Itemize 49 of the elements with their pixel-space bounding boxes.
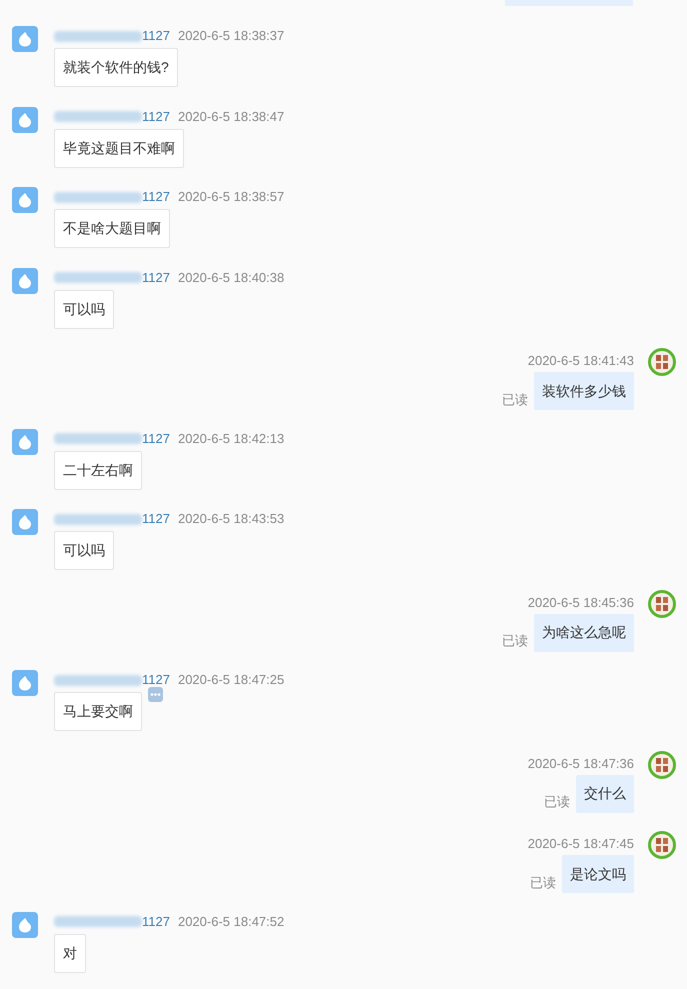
avatar-icon <box>648 831 676 859</box>
sender-name: 1127 <box>142 108 170 124</box>
read-status: 已读 <box>502 632 528 650</box>
avatar-icon <box>12 509 38 535</box>
avatar-icon <box>12 670 38 696</box>
timestamp: 2020-6-5 18:38:47 <box>178 108 284 124</box>
sender-name: 1127 <box>142 914 170 930</box>
avatar-icon <box>648 590 676 618</box>
message-bubble: 可以吗 <box>54 290 114 328</box>
message-bubble: 装软件多少钱 <box>534 372 634 410</box>
timestamp: 2020-6-5 18:38:37 <box>178 28 284 44</box>
message-bubble: 交什么 <box>576 774 634 812</box>
sender-name: 1127 <box>142 270 170 286</box>
timestamp: 2020-6-5 18:41:43 <box>528 353 634 369</box>
timestamp: 2020-6-5 18:42:13 <box>178 430 284 446</box>
avatar-icon <box>12 912 38 938</box>
timestamp: 2020-6-5 18:43:53 <box>178 511 284 527</box>
message-bubble: 二十左右啊 <box>54 450 142 490</box>
avatar-icon <box>648 348 676 376</box>
timestamp: 2020-6-5 18:47:36 <box>528 756 634 772</box>
avatar-icon <box>12 187 38 213</box>
avatar-icon <box>12 268 38 294</box>
avatar-icon <box>648 750 676 778</box>
avatar-icon <box>12 428 38 454</box>
timestamp: 2020-6-5 18:45:36 <box>528 594 634 610</box>
message-bubble: 可以吗 <box>54 531 114 570</box>
message-bubble: 是论文吗 <box>562 855 634 893</box>
avatar-icon <box>12 106 38 132</box>
message-bubble: 为啥这么急呢 <box>534 614 634 652</box>
timestamp: 2020-6-5 18:40:38 <box>178 270 284 286</box>
read-status: 已读 <box>502 390 528 408</box>
timestamp: 2020-6-5 18:38:57 <box>178 189 284 205</box>
sender-name: 1127 <box>142 189 170 205</box>
sender-name: 1127 <box>142 430 170 446</box>
message-bubble: 毕竟这题目不难啊 <box>54 128 184 168</box>
message-bubble: 不是啥大题目啊 <box>54 209 170 248</box>
avatar-icon <box>12 26 38 52</box>
sender-name: 1127 <box>142 28 170 44</box>
timestamp: 2020-6-5 18:47:25 <box>178 672 284 688</box>
more-icon[interactable] <box>148 687 163 702</box>
sender-name: 1127 <box>142 511 170 527</box>
read-status: 已读 <box>530 874 556 892</box>
read-status: 已读 <box>544 793 570 811</box>
message-bubble: 对 <box>54 934 86 972</box>
message-bubble: 马上要交啊 <box>54 692 142 731</box>
timestamp: 2020-6-5 18:47:45 <box>528 836 634 852</box>
timestamp: 2020-6-5 18:47:52 <box>178 914 284 930</box>
message-bubble: 就装个软件的钱? <box>54 48 178 87</box>
sender-name: 1127 <box>142 672 170 688</box>
